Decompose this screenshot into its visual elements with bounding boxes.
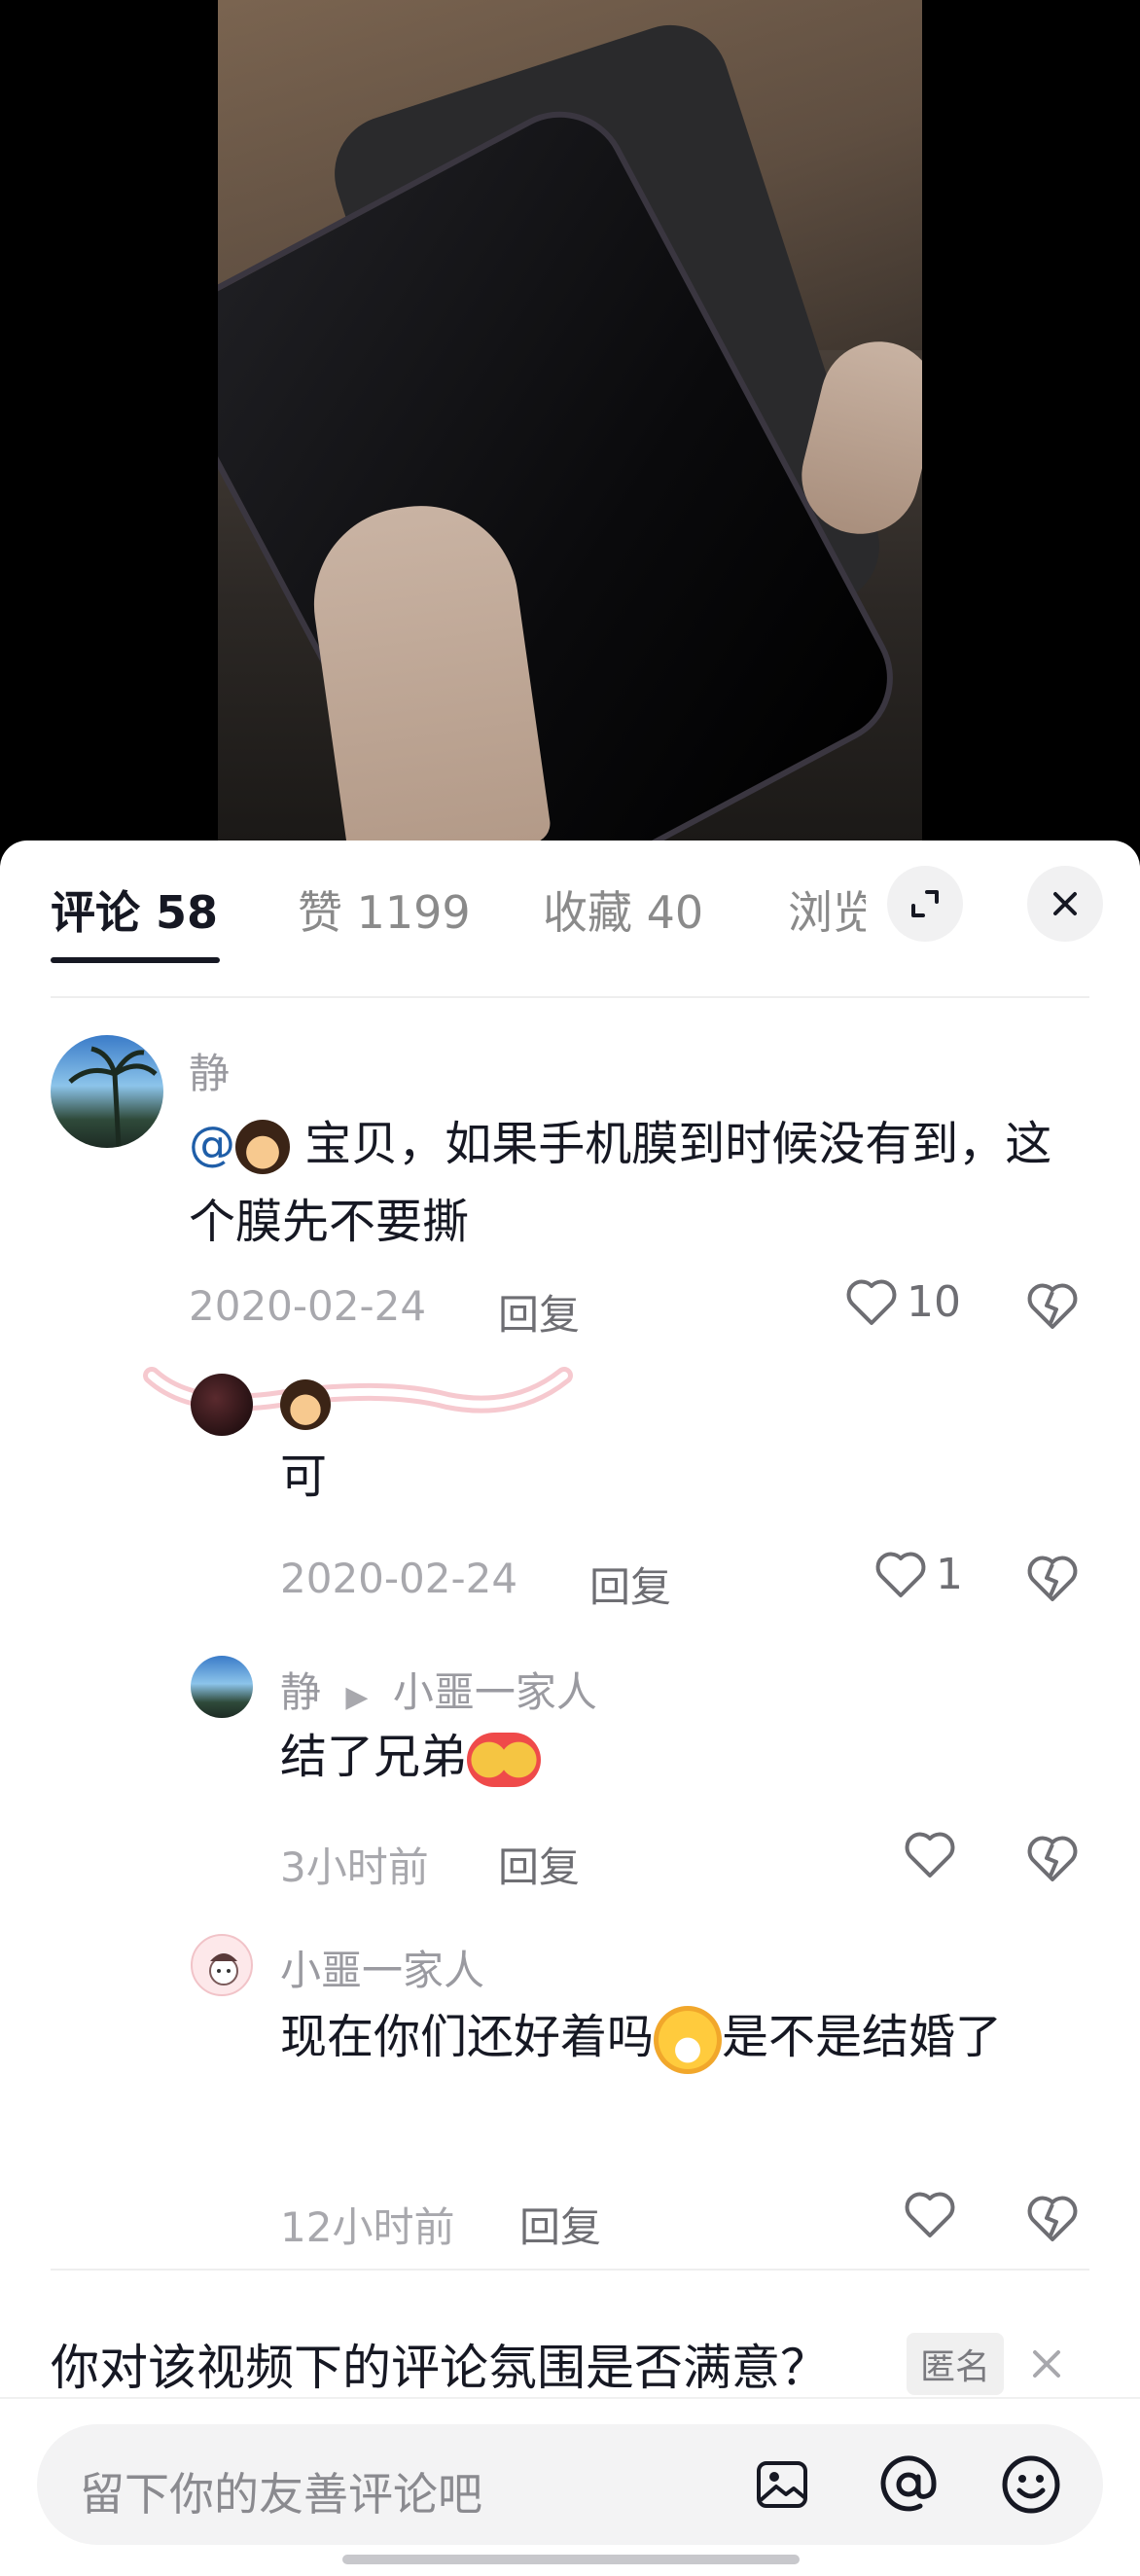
- comment-date: 3小时前: [280, 1843, 429, 1891]
- comment-date: 12小时前: [280, 2203, 455, 2251]
- reply-to-username[interactable]: 小噩一家人: [393, 1668, 597, 1716]
- survey-question[interactable]: 你对该视频下的评论氛围是否满意？: [51, 2329, 829, 2399]
- comment-survey: 你对该视频下的评论氛围是否满意？ 匿名: [51, 2300, 1101, 2407]
- reply-arrow-icon: ▶: [345, 1680, 369, 1714]
- broken-heart-icon: [1027, 1836, 1078, 1881]
- tab-comments[interactable]: 评论 58: [51, 877, 218, 942]
- tab-active-indicator: [51, 957, 220, 963]
- like-button[interactable]: [903, 1829, 965, 1879]
- comment-text: 可: [280, 1449, 328, 1504]
- dislike-button[interactable]: [1025, 1833, 1080, 1887]
- dislike-button[interactable]: [1025, 1280, 1080, 1335]
- mention-at[interactable]: @: [189, 1117, 235, 1171]
- comment-text: 现在你们还好着吗 是不是结婚了: [280, 1998, 1087, 2076]
- heart-icon: [875, 1552, 926, 1597]
- fist-bump-emoji-icon: [467, 1733, 542, 1787]
- tab-bar: 评论 58 赞 1199 收藏 40 浏览: [0, 841, 1140, 967]
- close-button[interactable]: [1027, 866, 1103, 942]
- like-count: 1: [936, 1549, 963, 1599]
- at-icon[interactable]: [877, 2453, 940, 2516]
- heart-icon: [846, 1279, 897, 1325]
- cartoon-avatar-image: [209, 1953, 238, 1986]
- survey-divider: [51, 2269, 1089, 2271]
- input-divider: [0, 2397, 1140, 2399]
- comment-date: 2020-02-24: [280, 1555, 518, 1602]
- video-frame[interactable]: [218, 0, 922, 856]
- comment-input[interactable]: 留下你的友善评论吧: [80, 2459, 482, 2523]
- broken-heart-icon: [1027, 2196, 1078, 2241]
- tab-favorites[interactable]: 收藏 40: [543, 877, 703, 942]
- dislike-button[interactable]: [1025, 1553, 1080, 1607]
- reply-button[interactable]: 回复: [498, 1835, 580, 1894]
- like-count: 10: [907, 1276, 961, 1327]
- image-icon[interactable]: [753, 2455, 811, 2514]
- close-icon: [1053, 892, 1077, 915]
- like-button[interactable]: 1: [873, 1549, 963, 1599]
- emoji-icon[interactable]: [1000, 2453, 1062, 2516]
- heart-icon: [905, 1832, 955, 1878]
- comment-username[interactable]: 小噩一家人: [280, 1938, 484, 1997]
- reply-button[interactable]: 回复: [589, 1555, 671, 1614]
- girl-emoji-icon: [235, 1120, 290, 1174]
- anonymous-tag: 匿名: [907, 2333, 1005, 2395]
- avatar[interactable]: [191, 1374, 253, 1436]
- like-button[interactable]: [903, 2189, 965, 2239]
- video-player[interactable]: [0, 0, 1140, 856]
- home-indicator: [342, 2555, 800, 2564]
- comment-text: 结了兄弟: [280, 1718, 542, 1796]
- expand-button[interactable]: [887, 866, 963, 942]
- comment-sheet: 评论 58 赞 1199 收藏 40 浏览 静 @ 宝贝，如果手机膜到时候没有到…: [0, 841, 1140, 2576]
- comment-username[interactable]: [280, 1377, 331, 1430]
- heart-icon: [905, 2192, 955, 2237]
- avatar[interactable]: [191, 1934, 253, 1996]
- comment-username[interactable]: 静 ▶ 小噩一家人: [280, 1660, 597, 1719]
- broken-heart-icon: [1027, 1283, 1078, 1329]
- comment-date: 2020-02-24: [189, 1282, 427, 1330]
- close-survey-icon[interactable]: [1029, 2346, 1064, 2381]
- broken-heart-icon: [1027, 1556, 1078, 1601]
- avatar[interactable]: [191, 1656, 253, 1718]
- like-button[interactable]: 10: [844, 1276, 961, 1327]
- comment-input-bar[interactable]: 留下你的友善评论吧: [37, 2424, 1103, 2545]
- tab-likes[interactable]: 赞 1199: [298, 877, 471, 942]
- tab-views[interactable]: 浏览: [788, 877, 866, 942]
- comment-text: @ 宝贝，如果手机膜到时候没有到，这个膜先不要撕: [189, 1117, 1052, 1249]
- comment-username[interactable]: 静: [189, 1041, 230, 1100]
- grinning-emoji-icon: [654, 2006, 723, 2074]
- reply-button[interactable]: 回复: [519, 2195, 601, 2254]
- expand-icon: [911, 890, 939, 917]
- dislike-button[interactable]: [1025, 2193, 1080, 2247]
- girl-emoji-icon: [280, 1378, 331, 1430]
- tab-divider: [51, 996, 1089, 998]
- reply-button[interactable]: 回复: [498, 1282, 580, 1342]
- avatar[interactable]: [51, 1035, 163, 1148]
- palm-tree-image: [68, 1046, 158, 1148]
